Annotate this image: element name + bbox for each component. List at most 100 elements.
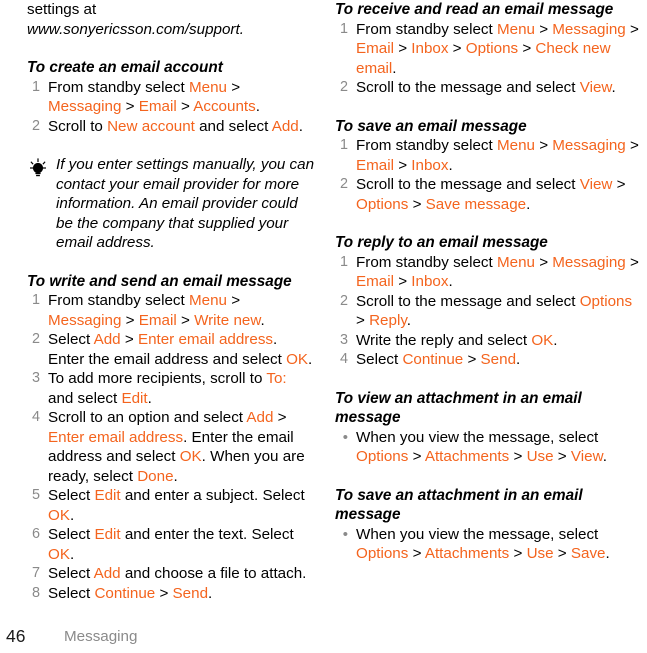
step-bullet-marker: • [342,525,348,543]
menu-path-token: Enter email address [48,428,184,446]
step-text-run: > [393,156,412,174]
menu-path-token: Inbox [411,273,449,290]
instruction-step: 8 Select Continue > Send. [27,584,315,604]
menu-path-token: Options [356,195,409,213]
step-text-run: > [509,545,527,562]
menu-path-token: OK [48,506,70,524]
menu-path-token: OK [531,331,554,349]
menu-path-token: View [570,448,603,465]
menu-path-token: Use [526,448,554,465]
step-text-run: . [260,311,265,329]
step-number: 4 [31,409,40,425]
step-text: From standby select Menu > Messaging > E… [48,78,315,117]
step-text-run: . [602,448,607,465]
step-text-run: > [226,78,241,96]
step-text-run: > [393,40,412,57]
step-text-run: . [448,273,453,290]
menu-path-token: Add [93,331,121,348]
intro-line-1: settings at [27,1,97,18]
menu-path-token: Add [93,565,121,582]
menu-path-token: Menu [496,20,535,38]
menu-path-token: Enter email address [137,331,274,348]
step-text: Select Continue > Send. [48,584,315,604]
step-text-run: . [298,117,303,135]
steps-create-email-account: 1 From standby select Menu > Messaging > … [27,78,315,137]
step-text: Scroll to the message and select View. [356,78,642,98]
step-text-run: Select [48,487,95,504]
page-footer: 46 Messaging [0,620,647,653]
step-text-run: and enter the text. Select [120,526,294,543]
instruction-step: 7 Select Add and choose a file to attach. [27,564,315,584]
step-text-run: . [69,545,75,563]
step-number: 8 [31,584,40,601]
instruction-step: 4 Select Continue > Send. [335,350,642,370]
menu-path-token: Edit [121,389,148,407]
step-text: From standby select Menu > Messaging > E… [356,253,642,292]
menu-path-token: Attachments [424,448,510,465]
step-text-run: > [625,253,639,271]
step-text-run: > [226,292,241,309]
instruction-step: 2 Select Add > Enter email address. Enter… [27,330,315,369]
left-column: settings at www.sonyericsson.com/support… [0,0,323,620]
step-text: Select Continue > Send. [356,350,642,370]
support-url: www.sonyericsson.com/support. [27,20,244,38]
step-text-run: > [408,195,426,213]
menu-path-token: To: [266,370,287,387]
step-text-run: . [611,79,616,96]
menu-path-token: Options [465,40,519,57]
step-text-run: . [255,98,260,115]
step-number: 3 [31,370,40,386]
step-text: Scroll to the message and select Options… [356,292,642,331]
menu-path-token: Send [480,351,517,368]
menu-path-token: Continue [402,351,464,368]
menu-path-token: Email [356,273,394,290]
step-text-run: > [356,312,370,329]
tip-callout: If you enter settings manually, you can … [27,155,315,253]
step-text-run: > [176,311,195,329]
step-text-run: . [308,350,313,368]
step-number: 1 [31,292,40,308]
step-text: Select Add and choose a file to attach. [48,564,315,584]
step-text-run: and select [194,117,272,135]
step-text-run: . [208,584,213,602]
menu-path-token: Done [137,467,174,485]
instruction-step: 1 From standby select Menu > Messaging > … [335,20,642,79]
menu-path-token: Email [138,311,177,329]
step-text: Scroll to an option and select Add > Ent… [48,408,315,486]
step-text-run: and choose a file to attach. [120,565,307,582]
step-text-run: > [393,273,412,290]
menu-path-token: Accounts [193,98,256,115]
step-number: 1 [339,253,348,270]
step-number: 2 [31,117,40,134]
menu-path-token: Messaging [552,137,626,154]
step-text-run: Select [48,526,95,543]
menu-path-token: Edit [94,487,121,504]
menu-path-token: OK [286,350,309,368]
step-text-run: Select [48,565,94,582]
step-number: 7 [31,565,40,581]
step-text-run: Scroll to an option and select [48,409,247,426]
step-text-run: > [176,98,194,115]
heading-save-email-message: To save an email message [335,117,527,135]
step-text-run: From standby select [48,78,189,96]
menu-path-token: Add [271,117,299,135]
menu-path-token: OK [48,545,70,563]
step-text-run: Write the reply and select [356,331,532,349]
menu-path-token: Use [526,545,554,562]
menu-path-token: Menu [188,292,227,309]
step-text-run: Scroll to the message and select [356,79,580,96]
instruction-step: • When you view the message, select Optio… [335,525,642,564]
step-text-run: Select [48,331,94,348]
step-text: Select Edit and enter a subject. Select … [48,486,315,525]
step-number: 4 [339,351,348,367]
steps-write-send-email: 1 From standby select Menu > Messaging > … [27,291,315,603]
menu-path-token: Menu [496,253,535,271]
heading-write-send-email: To write and send an email message [27,272,292,290]
step-text-run: > [408,545,425,562]
menu-path-token: Email [356,40,394,57]
menu-path-token: Save message [425,195,527,213]
step-text-run: > [408,448,425,465]
step-text-run: Scroll to the message and select [356,292,580,310]
